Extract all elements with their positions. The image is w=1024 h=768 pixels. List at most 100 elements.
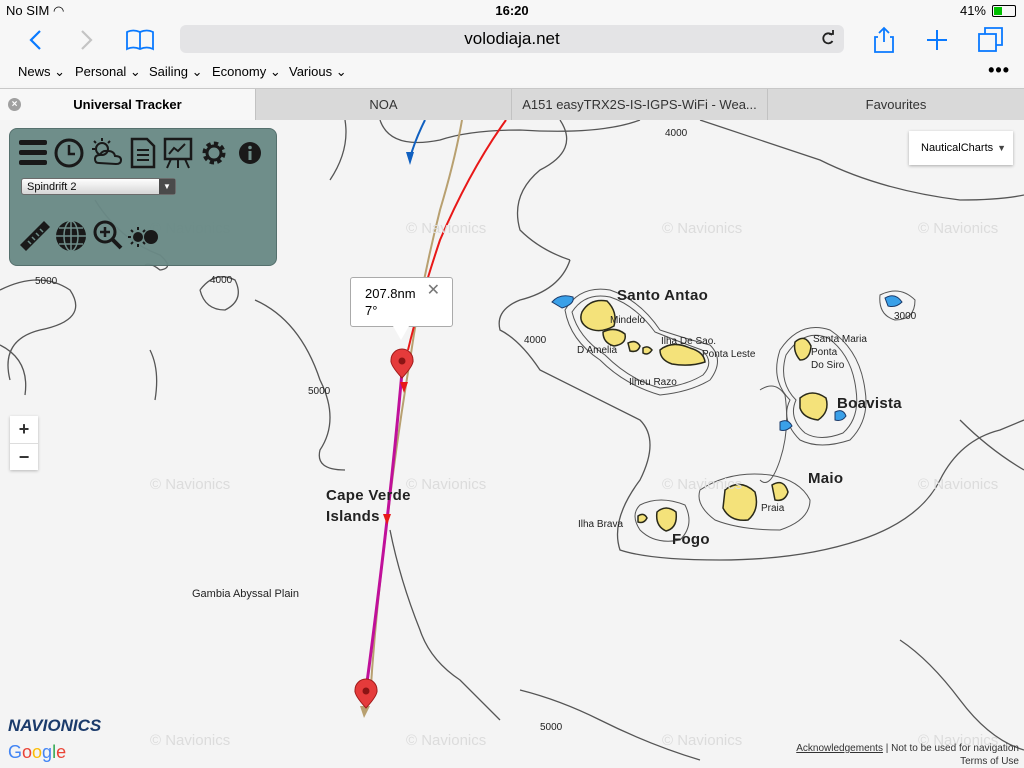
tab-noa[interactable]: NOA [256, 89, 512, 120]
clock: 16:20 [495, 3, 529, 18]
track-arrow-mid [383, 514, 391, 525]
track-blue-arrow [406, 152, 414, 165]
bookmarks-bar: News ⌄ Personal ⌄ Sailing ⌄ Economy ⌄ Va… [0, 58, 1024, 86]
tab-label: A151 easyTRX2S-IS-IGPS-WiFi - Wea... [522, 97, 757, 112]
status-bar: No SIM ◠ 16:20 41% [0, 0, 1024, 22]
reload-icon[interactable] [820, 25, 836, 53]
share-icon [874, 26, 894, 53]
tab-label: NOA [369, 97, 398, 112]
share-button[interactable] [869, 26, 899, 54]
map-type-select[interactable]: NauticalCharts ▼ [909, 131, 1013, 165]
presentation-chart-icon[interactable] [163, 137, 193, 169]
watermark: © Navionics [406, 476, 487, 493]
ruler-icon[interactable] [18, 219, 52, 251]
document-icon[interactable] [129, 137, 157, 169]
chevron-down-icon: ▼ [997, 143, 1006, 153]
place-label: D Amelia [577, 345, 618, 356]
close-tab-icon[interactable]: × [8, 98, 21, 111]
place-label: Ilheu Razo [629, 377, 677, 388]
watermark: © Navionics [150, 476, 231, 493]
book-icon [126, 29, 154, 51]
more-icon[interactable]: ••• [988, 60, 1010, 81]
tab-a151[interactable]: A151 easyTRX2S-IS-IGPS-WiFi - Wea... [512, 89, 768, 120]
new-tab-button[interactable] [922, 26, 952, 54]
bookmark-personal[interactable]: Personal ⌄ [75, 64, 141, 80]
zoom-in-button[interactable]: + [10, 416, 38, 444]
place-label: Santa Maria [813, 334, 867, 345]
close-icon[interactable]: ✕ [427, 282, 440, 299]
place-label: Praia [761, 503, 785, 514]
depth-label: 4000 [524, 335, 547, 346]
menu-icon[interactable] [18, 137, 48, 169]
info-icon[interactable] [238, 141, 262, 165]
acknowledgements-link[interactable]: Acknowledgements [796, 743, 883, 754]
day-night-icon[interactable] [128, 223, 160, 251]
depth-label: 5000 [308, 386, 331, 397]
map-footer: Acknowledgements | Not to be used for na… [796, 743, 1019, 754]
bookmark-sailing[interactable]: Sailing ⌄ [149, 64, 203, 80]
plus-icon [927, 30, 947, 50]
place-label: Mindelo [610, 315, 646, 326]
watermark: © Navionics [918, 476, 999, 493]
tab-universal-tracker[interactable]: × Universal Tracker [0, 89, 256, 120]
watermark: © Navionics [406, 220, 487, 237]
position-marker-top[interactable] [390, 348, 414, 379]
position-marker-bottom[interactable] [354, 678, 378, 709]
battery-status: 41% [960, 3, 1016, 18]
forward-button[interactable] [72, 26, 102, 54]
place-label: Ilha De Sao. [661, 336, 717, 347]
globe-icon[interactable] [54, 219, 88, 253]
depth-label: 3000 [894, 311, 917, 322]
chevron-left-icon [29, 30, 41, 50]
watermark: © Navionics [662, 476, 743, 493]
watermark: © Navionics [406, 732, 487, 749]
tabs-overview-button[interactable] [976, 26, 1006, 54]
bookmark-various[interactable]: Various ⌄ [289, 64, 347, 80]
boat-select[interactable]: Spindrift 2 ▼ [21, 178, 176, 195]
island-label-maio: Maio [808, 470, 844, 487]
battery-percent: 41% [959, 3, 986, 18]
distance-popup: 207.8nm 7° ✕ [350, 277, 453, 327]
place-label: Ponta [811, 347, 838, 358]
region-label-gambia: Gambia Abyssal Plain [192, 588, 299, 600]
watermark: © Navionics [662, 732, 743, 749]
island-label-fogo: Fogo [672, 531, 710, 548]
browser-toolbar: volodiaja.net [0, 22, 1024, 58]
zoom-search-icon[interactable] [92, 219, 124, 251]
navionics-logo: NAVIONICS [8, 716, 102, 735]
url-text: volodiaja.net [464, 29, 560, 48]
watermark: © Navionics [662, 220, 743, 237]
depth-label: 5000 [35, 276, 58, 287]
tab-bar: × Universal Tracker NOA A151 easyTRX2S-I… [0, 88, 1024, 121]
zoom-control: + − [10, 416, 38, 470]
track-arrow-bottom [360, 706, 370, 718]
tab-label: Universal Tracker [73, 97, 182, 112]
clock-icon[interactable] [53, 137, 85, 169]
depth-label: 4000 [210, 275, 233, 286]
island-label-boavista: Boavista [837, 395, 902, 412]
tab-favourites[interactable]: Favourites [768, 89, 1024, 120]
gear-icon[interactable] [198, 137, 230, 169]
place-label: Do Siro [811, 360, 845, 371]
chevron-right-icon [81, 30, 93, 50]
bookmark-news[interactable]: News ⌄ [18, 64, 65, 80]
popup-bearing: 7° [365, 303, 378, 318]
region-label-cape-verde: Cape Verde [326, 487, 411, 504]
back-button[interactable] [20, 26, 50, 54]
chevron-down-icon: ▼ [159, 179, 175, 194]
bookmarks-button[interactable] [124, 26, 156, 54]
region-label-islands: Islands [326, 508, 380, 525]
zoom-out-button[interactable]: − [10, 444, 38, 471]
tracker-control-panel: Spindrift 2 ▼ [9, 128, 277, 266]
battery-fill [994, 6, 1002, 15]
tabs-icon [978, 27, 1003, 52]
address-bar[interactable]: volodiaja.net [180, 25, 844, 53]
navigation-disclaimer: | Not to be used for navigation [885, 743, 1019, 754]
tab-label: Favourites [865, 97, 927, 112]
track-magenta [364, 371, 404, 691]
weather-icon[interactable] [89, 137, 125, 169]
bookmark-economy[interactable]: Economy ⌄ [212, 64, 281, 80]
popup-pointer [393, 326, 409, 340]
depth-label: 5000 [540, 722, 563, 733]
terms-of-use-link[interactable]: Terms of Use [960, 756, 1019, 767]
